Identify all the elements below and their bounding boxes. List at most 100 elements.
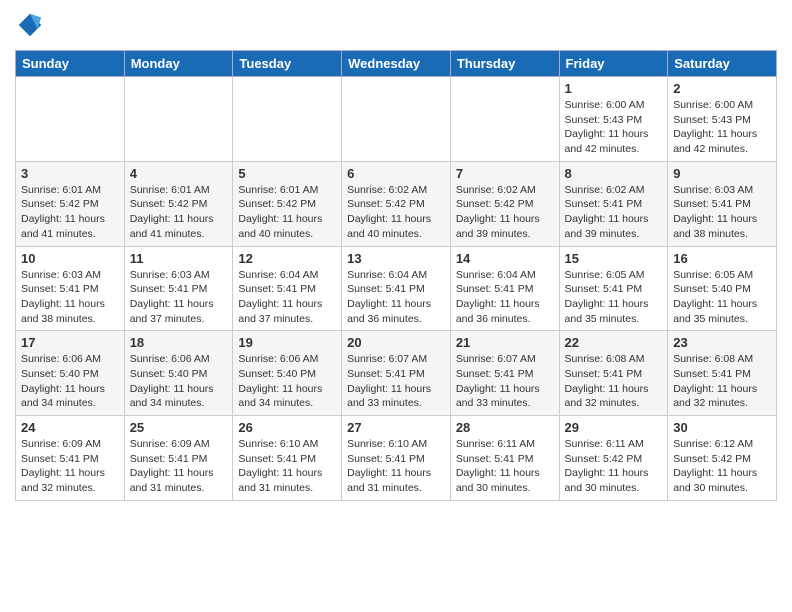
day-info: Sunrise: 6:09 AMSunset: 5:41 PMDaylight:…: [130, 437, 228, 496]
day-number: 24: [21, 420, 119, 435]
day-info: Sunrise: 6:06 AMSunset: 5:40 PMDaylight:…: [21, 352, 119, 411]
day-number: 17: [21, 335, 119, 350]
calendar-cell: 15 Sunrise: 6:05 AMSunset: 5:41 PMDayligh…: [559, 246, 668, 331]
day-info: Sunrise: 6:03 AMSunset: 5:41 PMDaylight:…: [21, 268, 119, 327]
day-header-friday: Friday: [559, 51, 668, 77]
day-info: Sunrise: 6:02 AMSunset: 5:42 PMDaylight:…: [456, 183, 554, 242]
day-info: Sunrise: 6:08 AMSunset: 5:41 PMDaylight:…: [565, 352, 663, 411]
day-info: Sunrise: 6:10 AMSunset: 5:41 PMDaylight:…: [347, 437, 445, 496]
day-number: 18: [130, 335, 228, 350]
day-number: 23: [673, 335, 771, 350]
calendar-cell: 7 Sunrise: 6:02 AMSunset: 5:42 PMDaylight…: [450, 161, 559, 246]
day-info: Sunrise: 6:06 AMSunset: 5:40 PMDaylight:…: [130, 352, 228, 411]
day-number: 15: [565, 251, 663, 266]
calendar-cell: 11 Sunrise: 6:03 AMSunset: 5:41 PMDayligh…: [124, 246, 233, 331]
calendar-cell: [450, 77, 559, 162]
calendar-cell: 17 Sunrise: 6:06 AMSunset: 5:40 PMDayligh…: [16, 331, 125, 416]
day-info: Sunrise: 6:01 AMSunset: 5:42 PMDaylight:…: [238, 183, 336, 242]
calendar-header-row: SundayMondayTuesdayWednesdayThursdayFrid…: [16, 51, 777, 77]
logo-icon: [15, 10, 45, 40]
calendar-cell: 6 Sunrise: 6:02 AMSunset: 5:42 PMDaylight…: [342, 161, 451, 246]
logo: [15, 10, 50, 40]
calendar-cell: 4 Sunrise: 6:01 AMSunset: 5:42 PMDaylight…: [124, 161, 233, 246]
calendar-week-4: 17 Sunrise: 6:06 AMSunset: 5:40 PMDayligh…: [16, 331, 777, 416]
calendar-cell: 16 Sunrise: 6:05 AMSunset: 5:40 PMDayligh…: [668, 246, 777, 331]
day-info: Sunrise: 6:05 AMSunset: 5:40 PMDaylight:…: [673, 268, 771, 327]
day-info: Sunrise: 6:02 AMSunset: 5:41 PMDaylight:…: [565, 183, 663, 242]
day-number: 5: [238, 166, 336, 181]
calendar-cell: 1 Sunrise: 6:00 AMSunset: 5:43 PMDaylight…: [559, 77, 668, 162]
calendar-cell: 22 Sunrise: 6:08 AMSunset: 5:41 PMDayligh…: [559, 331, 668, 416]
day-header-sunday: Sunday: [16, 51, 125, 77]
day-number: 16: [673, 251, 771, 266]
calendar-cell: 21 Sunrise: 6:07 AMSunset: 5:41 PMDayligh…: [450, 331, 559, 416]
day-number: 27: [347, 420, 445, 435]
day-info: Sunrise: 6:07 AMSunset: 5:41 PMDaylight:…: [347, 352, 445, 411]
calendar-cell: 3 Sunrise: 6:01 AMSunset: 5:42 PMDaylight…: [16, 161, 125, 246]
day-number: 13: [347, 251, 445, 266]
day-info: Sunrise: 6:12 AMSunset: 5:42 PMDaylight:…: [673, 437, 771, 496]
day-header-thursday: Thursday: [450, 51, 559, 77]
day-info: Sunrise: 6:07 AMSunset: 5:41 PMDaylight:…: [456, 352, 554, 411]
calendar-cell: 20 Sunrise: 6:07 AMSunset: 5:41 PMDayligh…: [342, 331, 451, 416]
day-number: 20: [347, 335, 445, 350]
calendar-cell: 9 Sunrise: 6:03 AMSunset: 5:41 PMDaylight…: [668, 161, 777, 246]
day-number: 14: [456, 251, 554, 266]
day-number: 22: [565, 335, 663, 350]
day-header-tuesday: Tuesday: [233, 51, 342, 77]
day-number: 12: [238, 251, 336, 266]
day-number: 29: [565, 420, 663, 435]
day-info: Sunrise: 6:04 AMSunset: 5:41 PMDaylight:…: [456, 268, 554, 327]
day-number: 2: [673, 81, 771, 96]
calendar-cell: 26 Sunrise: 6:10 AMSunset: 5:41 PMDayligh…: [233, 416, 342, 501]
day-info: Sunrise: 6:09 AMSunset: 5:41 PMDaylight:…: [21, 437, 119, 496]
calendar-cell: 10 Sunrise: 6:03 AMSunset: 5:41 PMDayligh…: [16, 246, 125, 331]
calendar-cell: 2 Sunrise: 6:00 AMSunset: 5:43 PMDaylight…: [668, 77, 777, 162]
day-number: 10: [21, 251, 119, 266]
day-info: Sunrise: 6:00 AMSunset: 5:43 PMDaylight:…: [673, 98, 771, 157]
day-number: 6: [347, 166, 445, 181]
day-info: Sunrise: 6:06 AMSunset: 5:40 PMDaylight:…: [238, 352, 336, 411]
day-number: 1: [565, 81, 663, 96]
calendar-cell: 25Sunrise: 6:09 AMSunset: 5:41 PMDayligh…: [124, 416, 233, 501]
day-number: 19: [238, 335, 336, 350]
day-info: Sunrise: 6:08 AMSunset: 5:41 PMDaylight:…: [673, 352, 771, 411]
calendar-cell: [124, 77, 233, 162]
day-number: 11: [130, 251, 228, 266]
day-number: 7: [456, 166, 554, 181]
day-info: Sunrise: 6:11 AMSunset: 5:41 PMDaylight:…: [456, 437, 554, 496]
day-info: Sunrise: 6:10 AMSunset: 5:41 PMDaylight:…: [238, 437, 336, 496]
day-info: Sunrise: 6:05 AMSunset: 5:41 PMDaylight:…: [565, 268, 663, 327]
day-info: Sunrise: 6:00 AMSunset: 5:43 PMDaylight:…: [565, 98, 663, 157]
calendar-cell: 12 Sunrise: 6:04 AMSunset: 5:41 PMDayligh…: [233, 246, 342, 331]
calendar-week-3: 10 Sunrise: 6:03 AMSunset: 5:41 PMDayligh…: [16, 246, 777, 331]
day-info: Sunrise: 6:04 AMSunset: 5:41 PMDaylight:…: [347, 268, 445, 327]
day-info: Sunrise: 6:01 AMSunset: 5:42 PMDaylight:…: [130, 183, 228, 242]
day-number: 28: [456, 420, 554, 435]
calendar-cell: 8Sunrise: 6:02 AMSunset: 5:41 PMDaylight…: [559, 161, 668, 246]
day-info: Sunrise: 6:02 AMSunset: 5:42 PMDaylight:…: [347, 183, 445, 242]
day-info: Sunrise: 6:04 AMSunset: 5:41 PMDaylight:…: [238, 268, 336, 327]
calendar-cell: 27 Sunrise: 6:10 AMSunset: 5:41 PMDayligh…: [342, 416, 451, 501]
day-number: 9: [673, 166, 771, 181]
day-info: Sunrise: 6:03 AMSunset: 5:41 PMDaylight:…: [130, 268, 228, 327]
day-info: Sunrise: 6:03 AMSunset: 5:41 PMDaylight:…: [673, 183, 771, 242]
day-header-wednesday: Wednesday: [342, 51, 451, 77]
calendar-cell: [233, 77, 342, 162]
calendar-week-5: 24 Sunrise: 6:09 AMSunset: 5:41 PMDayligh…: [16, 416, 777, 501]
calendar-cell: 19 Sunrise: 6:06 AMSunset: 5:40 PMDayligh…: [233, 331, 342, 416]
day-number: 21: [456, 335, 554, 350]
day-number: 3: [21, 166, 119, 181]
calendar-cell: 18 Sunrise: 6:06 AMSunset: 5:40 PMDayligh…: [124, 331, 233, 416]
day-number: 30: [673, 420, 771, 435]
calendar-week-1: 1 Sunrise: 6:00 AMSunset: 5:43 PMDaylight…: [16, 77, 777, 162]
calendar-cell: [342, 77, 451, 162]
calendar-cell: 24 Sunrise: 6:09 AMSunset: 5:41 PMDayligh…: [16, 416, 125, 501]
day-number: 4: [130, 166, 228, 181]
calendar-cell: [16, 77, 125, 162]
day-number: 26: [238, 420, 336, 435]
day-info: Sunrise: 6:01 AMSunset: 5:42 PMDaylight:…: [21, 183, 119, 242]
day-header-saturday: Saturday: [668, 51, 777, 77]
calendar-week-2: 3 Sunrise: 6:01 AMSunset: 5:42 PMDaylight…: [16, 161, 777, 246]
calendar-cell: 29Sunrise: 6:11 AMSunset: 5:42 PMDayligh…: [559, 416, 668, 501]
